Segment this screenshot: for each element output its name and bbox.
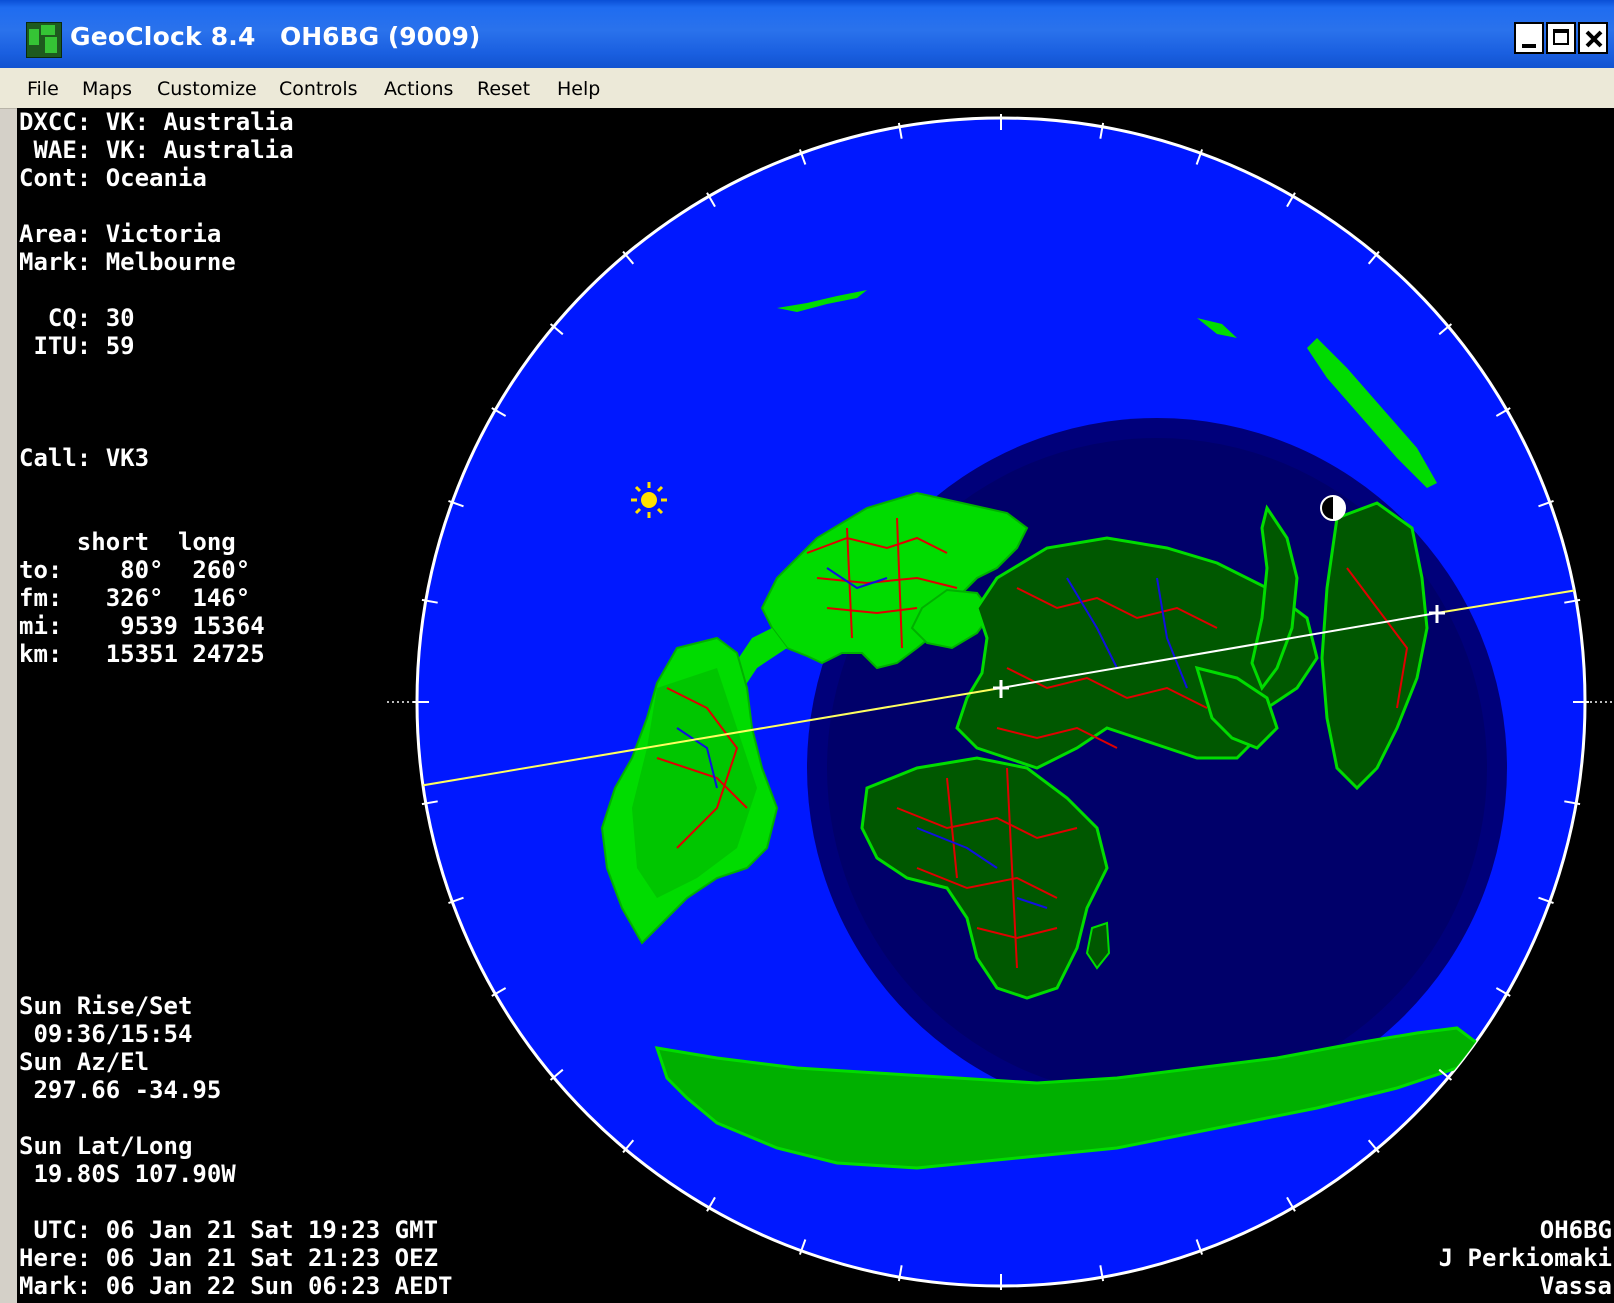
mark-text: Mark: Melbourne bbox=[19, 248, 236, 276]
area-text: Area: Victoria bbox=[19, 220, 222, 248]
menu-maps[interactable]: Maps bbox=[82, 78, 132, 100]
window-callsign: OH6BG (9009) bbox=[280, 22, 481, 51]
menu-actions[interactable]: Actions bbox=[384, 78, 453, 100]
sun-lat-value: 19.80S 107.90W bbox=[19, 1160, 236, 1188]
sun-icon[interactable] bbox=[631, 482, 667, 518]
distance-km-row: km: 15351 24725 bbox=[19, 640, 265, 668]
mark-time: Mark: 06 Jan 22 Sun 06:23 AEDT bbox=[19, 1272, 453, 1300]
cq-zone-text: CQ: 30 bbox=[19, 304, 135, 332]
minimize-button[interactable] bbox=[1514, 22, 1544, 54]
sun-rise-value: 09:36/15:54 bbox=[19, 1020, 193, 1048]
distance-miles-row: mi: 9539 15364 bbox=[19, 612, 265, 640]
call-text: Call: VK3 bbox=[19, 444, 150, 472]
menu-customize[interactable]: Customize bbox=[157, 78, 257, 100]
sun-lat-label: Sun Lat/Long bbox=[19, 1132, 193, 1160]
window-title: GeoClock 8.4 bbox=[70, 22, 256, 51]
sun-az-value: 297.66 -34.95 bbox=[19, 1076, 222, 1104]
utc-time: UTC: 06 Jan 21 Sat 19:23 GMT bbox=[19, 1216, 439, 1244]
dxcc-text: DXCC: VK: Australia bbox=[19, 108, 294, 136]
minimize-icon bbox=[1522, 44, 1536, 48]
itu-zone-text: ITU: 59 bbox=[19, 332, 135, 360]
credit-name: J Perkiomaki bbox=[1438, 1244, 1612, 1272]
maximize-icon bbox=[1553, 29, 1569, 45]
maximize-button[interactable] bbox=[1546, 22, 1576, 54]
menu-help[interactable]: Help bbox=[557, 78, 600, 100]
distance-header: short long bbox=[19, 528, 236, 556]
menu-file[interactable]: File bbox=[27, 78, 59, 100]
credit-call: OH6BG bbox=[1539, 1216, 1612, 1244]
close-button[interactable] bbox=[1578, 22, 1608, 54]
map-display[interactable]: DXCC: VK: Australia WAE: VK: Australia C… bbox=[17, 108, 1614, 1303]
menu-bar: File Maps Customize Controls Actions Res… bbox=[0, 68, 1614, 109]
sun-az-label: Sun Az/El bbox=[19, 1048, 150, 1076]
title-bar: GeoClock 8.4 OH6BG (9009) bbox=[0, 0, 1614, 76]
menu-controls[interactable]: Controls bbox=[279, 78, 358, 100]
azimuthal-map[interactable] bbox=[17, 108, 1614, 1303]
bearing-from-row: fm: 326° 146° bbox=[19, 584, 251, 612]
wae-text: WAE: VK: Australia bbox=[19, 136, 294, 164]
bearing-to-row: to: 80° 260° bbox=[19, 556, 251, 584]
here-time: Here: 06 Jan 21 Sat 21:23 OEZ bbox=[19, 1244, 439, 1272]
moon-icon[interactable] bbox=[1320, 495, 1346, 521]
app-icon[interactable] bbox=[26, 22, 62, 58]
continent-text: Cont: Oceania bbox=[19, 164, 207, 192]
credit-city: Vassa bbox=[1539, 1272, 1612, 1300]
menu-reset[interactable]: Reset bbox=[477, 78, 530, 100]
close-icon bbox=[1585, 30, 1603, 48]
sun-rise-label: Sun Rise/Set bbox=[19, 992, 193, 1020]
